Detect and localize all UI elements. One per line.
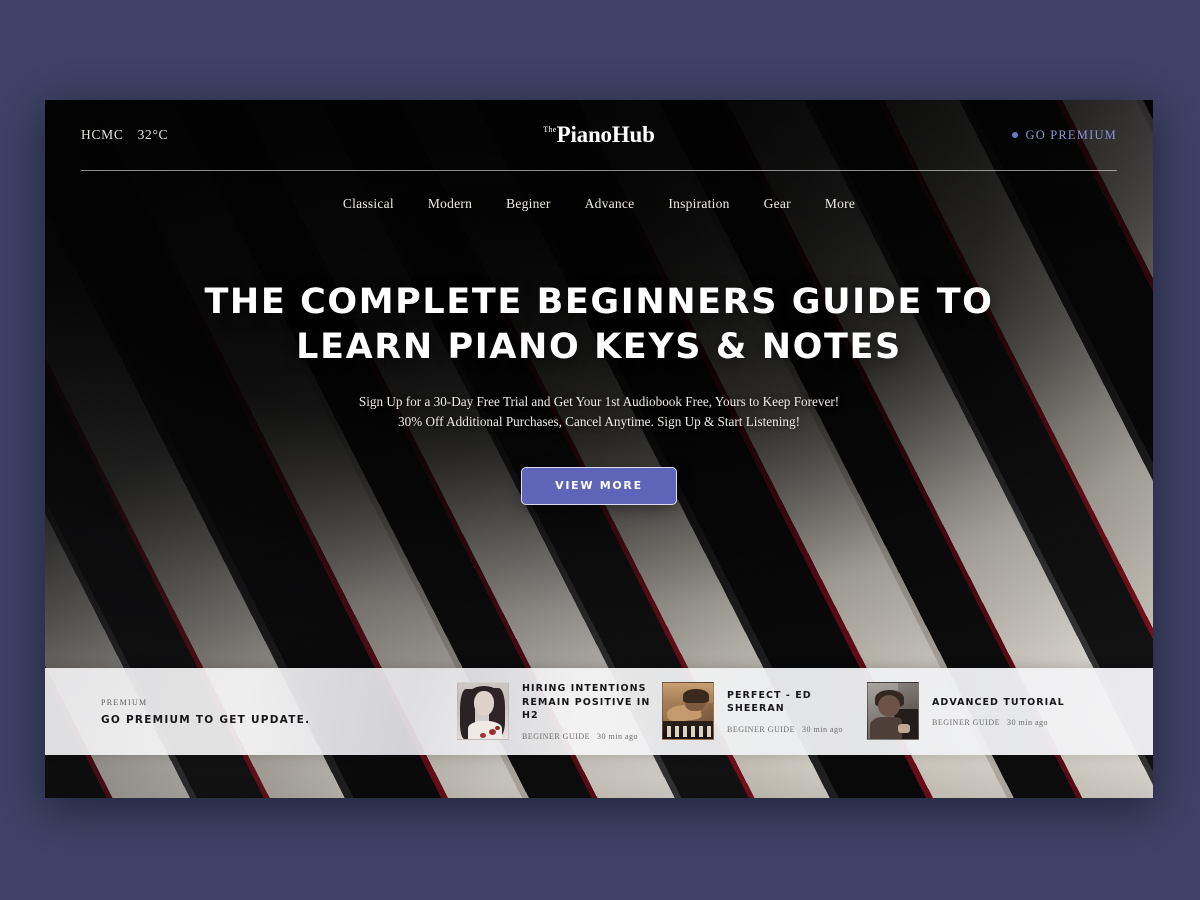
hero-headline-line2: LEARN PIANO KEYS & NOTES	[296, 326, 902, 367]
article-card[interactable]: PERFECT - ED SHEERAN BEGINER GUIDE 30 min…	[662, 682, 867, 741]
article-text: PERFECT - ED SHEERAN BEGINER GUIDE 30 min…	[727, 689, 867, 734]
thumb-shape	[675, 726, 679, 738]
thumb-shape	[683, 726, 687, 738]
go-premium-label: GO PREMIUM	[1025, 127, 1117, 142]
bullet-dot-icon	[1012, 132, 1019, 138]
nav-item-classical[interactable]: Classical	[343, 196, 394, 212]
weather-temperature: 32°C	[137, 127, 169, 142]
article-text: HIRING INTENTIONS REMAIN POSITIVE IN H2 …	[522, 682, 662, 740]
primary-nav: Classical Modern Beginer Advance Inspira…	[45, 196, 1153, 212]
article-thumbnail	[457, 682, 509, 741]
thumb-shape	[683, 689, 709, 704]
article-category: BEGINER GUIDE	[522, 731, 591, 741]
top-bar: HCMC 32°C ThePianoHub GO PREMIUM	[45, 100, 1153, 170]
article-category: BEGINER GUIDE	[932, 718, 1001, 728]
premium-promo-kicker: PREMIUM	[101, 697, 148, 707]
header-divider	[81, 170, 1117, 171]
article-thumbnail	[867, 682, 919, 741]
article-card[interactable]: HIRING INTENTIONS REMAIN POSITIVE IN H2 …	[457, 682, 662, 741]
article-title: ADVANCED TUTORIAL	[932, 696, 1065, 708]
logo-prefix: The	[543, 125, 557, 134]
thumb-shape	[699, 726, 703, 738]
bottom-card-strip: PREMIUM GO PREMIUM TO GET UPDATE. HIRING…	[45, 668, 1153, 755]
hero-headline: THE COMPLETE BEGINNERS GUIDE TO LEARN PI…	[105, 280, 1093, 370]
nav-item-inspiration[interactable]: Inspiration	[668, 196, 729, 212]
nav-item-advance[interactable]: Advance	[585, 196, 635, 212]
go-premium-link[interactable]: GO PREMIUM	[1012, 128, 1117, 143]
article-meta: BEGINER GUIDE 30 min ago	[727, 725, 867, 734]
article-meta: BEGINER GUIDE 30 min ago	[522, 732, 662, 741]
article-meta: BEGINER GUIDE 30 min ago	[932, 718, 1065, 727]
article-text: ADVANCED TUTORIAL BEGINER GUIDE 30 min ag…	[932, 696, 1065, 727]
article-time: 30 min ago	[1007, 718, 1049, 728]
article-time: 30 min ago	[597, 731, 639, 741]
nav-item-gear[interactable]: Gear	[764, 196, 791, 212]
weather-widget: HCMC 32°C	[81, 127, 168, 143]
nav-item-more[interactable]: More	[825, 196, 855, 212]
article-card[interactable]: ADVANCED TUTORIAL BEGINER GUIDE 30 min ag…	[867, 682, 1072, 741]
hero-headline-line1: THE COMPLETE BEGINNERS GUIDE TO	[204, 282, 994, 322]
thumb-shape	[691, 726, 695, 738]
premium-promo-title: GO PREMIUM TO GET UPDATE.	[101, 713, 311, 726]
hero-frame: HCMC 32°C ThePianoHub GO PREMIUM Classic…	[45, 100, 1153, 798]
thumb-shape	[707, 726, 711, 738]
weather-city: HCMC	[81, 127, 124, 142]
article-title: HIRING INTENTIONS REMAIN POSITIVE IN H2	[522, 683, 651, 722]
site-logo[interactable]: ThePianoHub	[45, 122, 1153, 148]
article-title: PERFECT - ED SHEERAN	[727, 690, 812, 715]
thumb-shape	[667, 726, 671, 738]
nav-item-beginer[interactable]: Beginer	[506, 196, 551, 212]
logo-name: PianoHub	[556, 122, 655, 147]
article-card-list: HIRING INTENTIONS REMAIN POSITIVE IN H2 …	[457, 682, 1153, 741]
thumb-shape	[898, 724, 910, 734]
article-thumbnail	[662, 682, 714, 741]
hero-subtitle: Sign Up for a 30-Day Free Trial and Get …	[358, 393, 840, 430]
hero-content: THE COMPLETE BEGINNERS GUIDE TO LEARN PI…	[45, 280, 1153, 505]
view-more-button[interactable]: VIEW MORE	[521, 466, 677, 505]
article-category: BEGINER GUIDE	[727, 724, 796, 734]
premium-promo[interactable]: PREMIUM GO PREMIUM TO GET UPDATE.	[45, 698, 457, 726]
article-time: 30 min ago	[802, 724, 844, 734]
nav-item-modern[interactable]: Modern	[428, 196, 472, 212]
